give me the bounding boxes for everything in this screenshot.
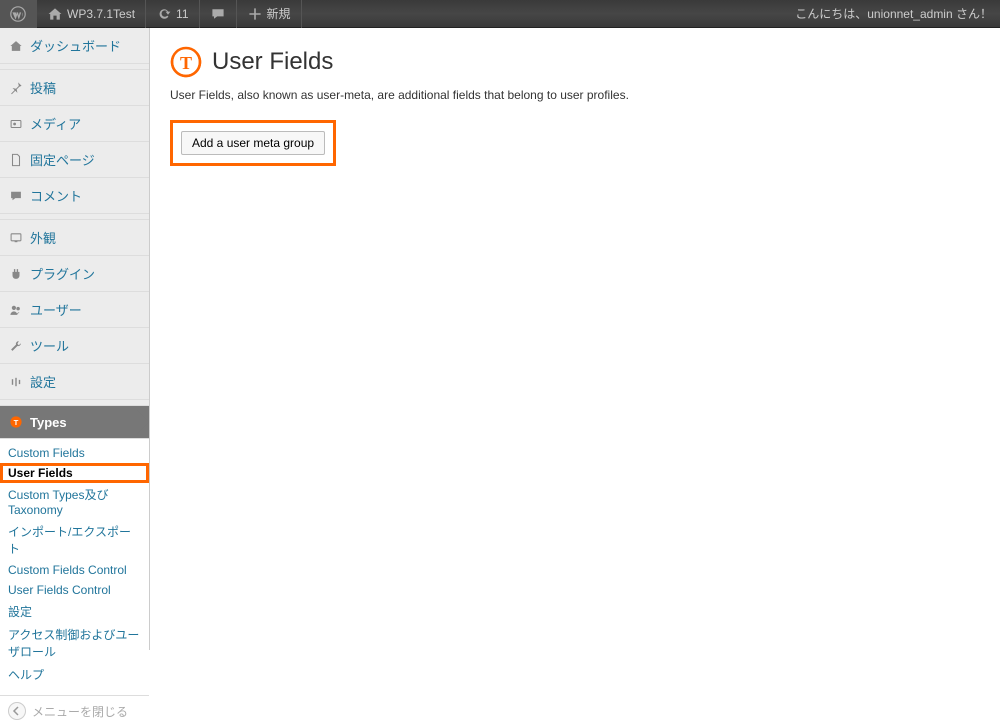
updates-link[interactable]: 11 xyxy=(146,0,199,28)
sidebar-item-types[interactable]: T Types xyxy=(0,406,149,439)
sidebar-item-label: ダッシュボード xyxy=(30,36,121,55)
collapse-menu[interactable]: メニューを閉じる xyxy=(0,696,149,726)
sidebar-item-media[interactable]: メディア xyxy=(0,106,149,142)
plugin-icon xyxy=(8,266,24,282)
types-submenu: Custom Fields User Fields Custom Types及び… xyxy=(0,439,149,690)
refresh-icon xyxy=(156,6,172,22)
submenu-custom-fields[interactable]: Custom Fields xyxy=(0,443,149,463)
sidebar-item-label: プラグイン xyxy=(30,264,95,283)
users-icon xyxy=(8,302,24,318)
admin-toolbar: WP3.7.1Test 11 新規 こんにちは、unionnet_admin さ… xyxy=(0,0,1000,28)
site-home-link[interactable]: WP3.7.1Test xyxy=(37,0,146,28)
comments-link[interactable] xyxy=(200,0,237,28)
chevron-left-icon xyxy=(8,702,26,720)
media-icon xyxy=(8,116,24,132)
submenu-settings[interactable]: 設定 xyxy=(0,600,149,623)
submenu-custom-types[interactable]: Custom Types及びTaxonomy xyxy=(0,483,149,520)
svg-text:T: T xyxy=(180,53,192,73)
sidebar-item-label: ユーザー xyxy=(30,300,82,319)
content: T User Fields User Fields, also known as… xyxy=(150,28,1000,650)
svg-text:T: T xyxy=(14,418,19,427)
page-description: User Fields, also known as user-meta, ar… xyxy=(170,88,980,102)
site-title: WP3.7.1Test xyxy=(67,7,135,21)
sidebar-item-settings[interactable]: 設定 xyxy=(0,364,149,400)
types-logo-icon: T xyxy=(170,46,202,78)
sidebar-item-label: ツール xyxy=(30,336,69,355)
page-heading-text: User Fields xyxy=(212,48,333,76)
sidebar-item-label: 設定 xyxy=(30,372,56,391)
greeting[interactable]: こんにちは、unionnet_admin さん！ xyxy=(795,5,992,22)
add-user-meta-group-button[interactable]: Add a user meta group xyxy=(181,131,325,155)
sidebar: ダッシュボード 投稿 メディア 固定ページ コメント 外観 プラグイン xyxy=(0,28,150,650)
home-icon xyxy=(47,6,63,22)
sidebar-item-pages[interactable]: 固定ページ xyxy=(0,142,149,178)
sidebar-item-dashboard[interactable]: ダッシュボード xyxy=(0,28,149,64)
new-label: 新規 xyxy=(267,5,291,22)
submenu-uf-control[interactable]: User Fields Control xyxy=(0,580,149,600)
plus-icon xyxy=(247,6,263,22)
sidebar-item-tools[interactable]: ツール xyxy=(0,328,149,364)
comment-icon xyxy=(210,6,226,22)
main: ダッシュボード 投稿 メディア 固定ページ コメント 外観 プラグイン xyxy=(0,28,1000,650)
toolbar-right: こんにちは、unionnet_admin さん！ xyxy=(795,5,1000,22)
submenu-cf-control[interactable]: Custom Fields Control xyxy=(0,560,149,580)
sidebar-item-label: 投稿 xyxy=(30,78,56,97)
pin-icon xyxy=(8,80,24,96)
types-icon: T xyxy=(8,414,24,430)
updates-count: 11 xyxy=(176,7,188,21)
home-icon xyxy=(8,38,24,54)
submenu-access[interactable]: アクセス制御およびユーザロール xyxy=(0,623,149,663)
sidebar-item-plugins[interactable]: プラグイン xyxy=(0,256,149,292)
page-icon xyxy=(8,152,24,168)
appearance-icon xyxy=(8,230,24,246)
sidebar-item-label: 固定ページ xyxy=(30,150,95,169)
sidebar-item-comments[interactable]: コメント xyxy=(0,178,149,214)
tools-icon xyxy=(8,338,24,354)
sidebar-item-label: 外観 xyxy=(30,228,56,247)
submenu-import-export[interactable]: インポート/エクスポート xyxy=(0,520,149,560)
page-title: T User Fields xyxy=(170,46,980,78)
settings-icon xyxy=(8,374,24,390)
comment-icon xyxy=(8,188,24,204)
sidebar-item-label: コメント xyxy=(30,186,82,205)
submenu-user-fields[interactable]: User Fields xyxy=(0,463,149,483)
sidebar-item-appearance[interactable]: 外観 xyxy=(0,220,149,256)
add-group-highlight: Add a user meta group xyxy=(170,120,336,166)
submenu-help[interactable]: ヘルプ xyxy=(0,663,149,686)
wordpress-icon xyxy=(10,6,26,22)
wp-logo[interactable] xyxy=(0,0,37,28)
sidebar-item-label: Types xyxy=(30,415,67,430)
new-content-link[interactable]: 新規 xyxy=(237,0,302,28)
collapse-label: メニューを閉じる xyxy=(32,703,128,720)
sidebar-item-users[interactable]: ユーザー xyxy=(0,292,149,328)
sidebar-item-posts[interactable]: 投稿 xyxy=(0,70,149,106)
sidebar-item-label: メディア xyxy=(30,114,81,133)
